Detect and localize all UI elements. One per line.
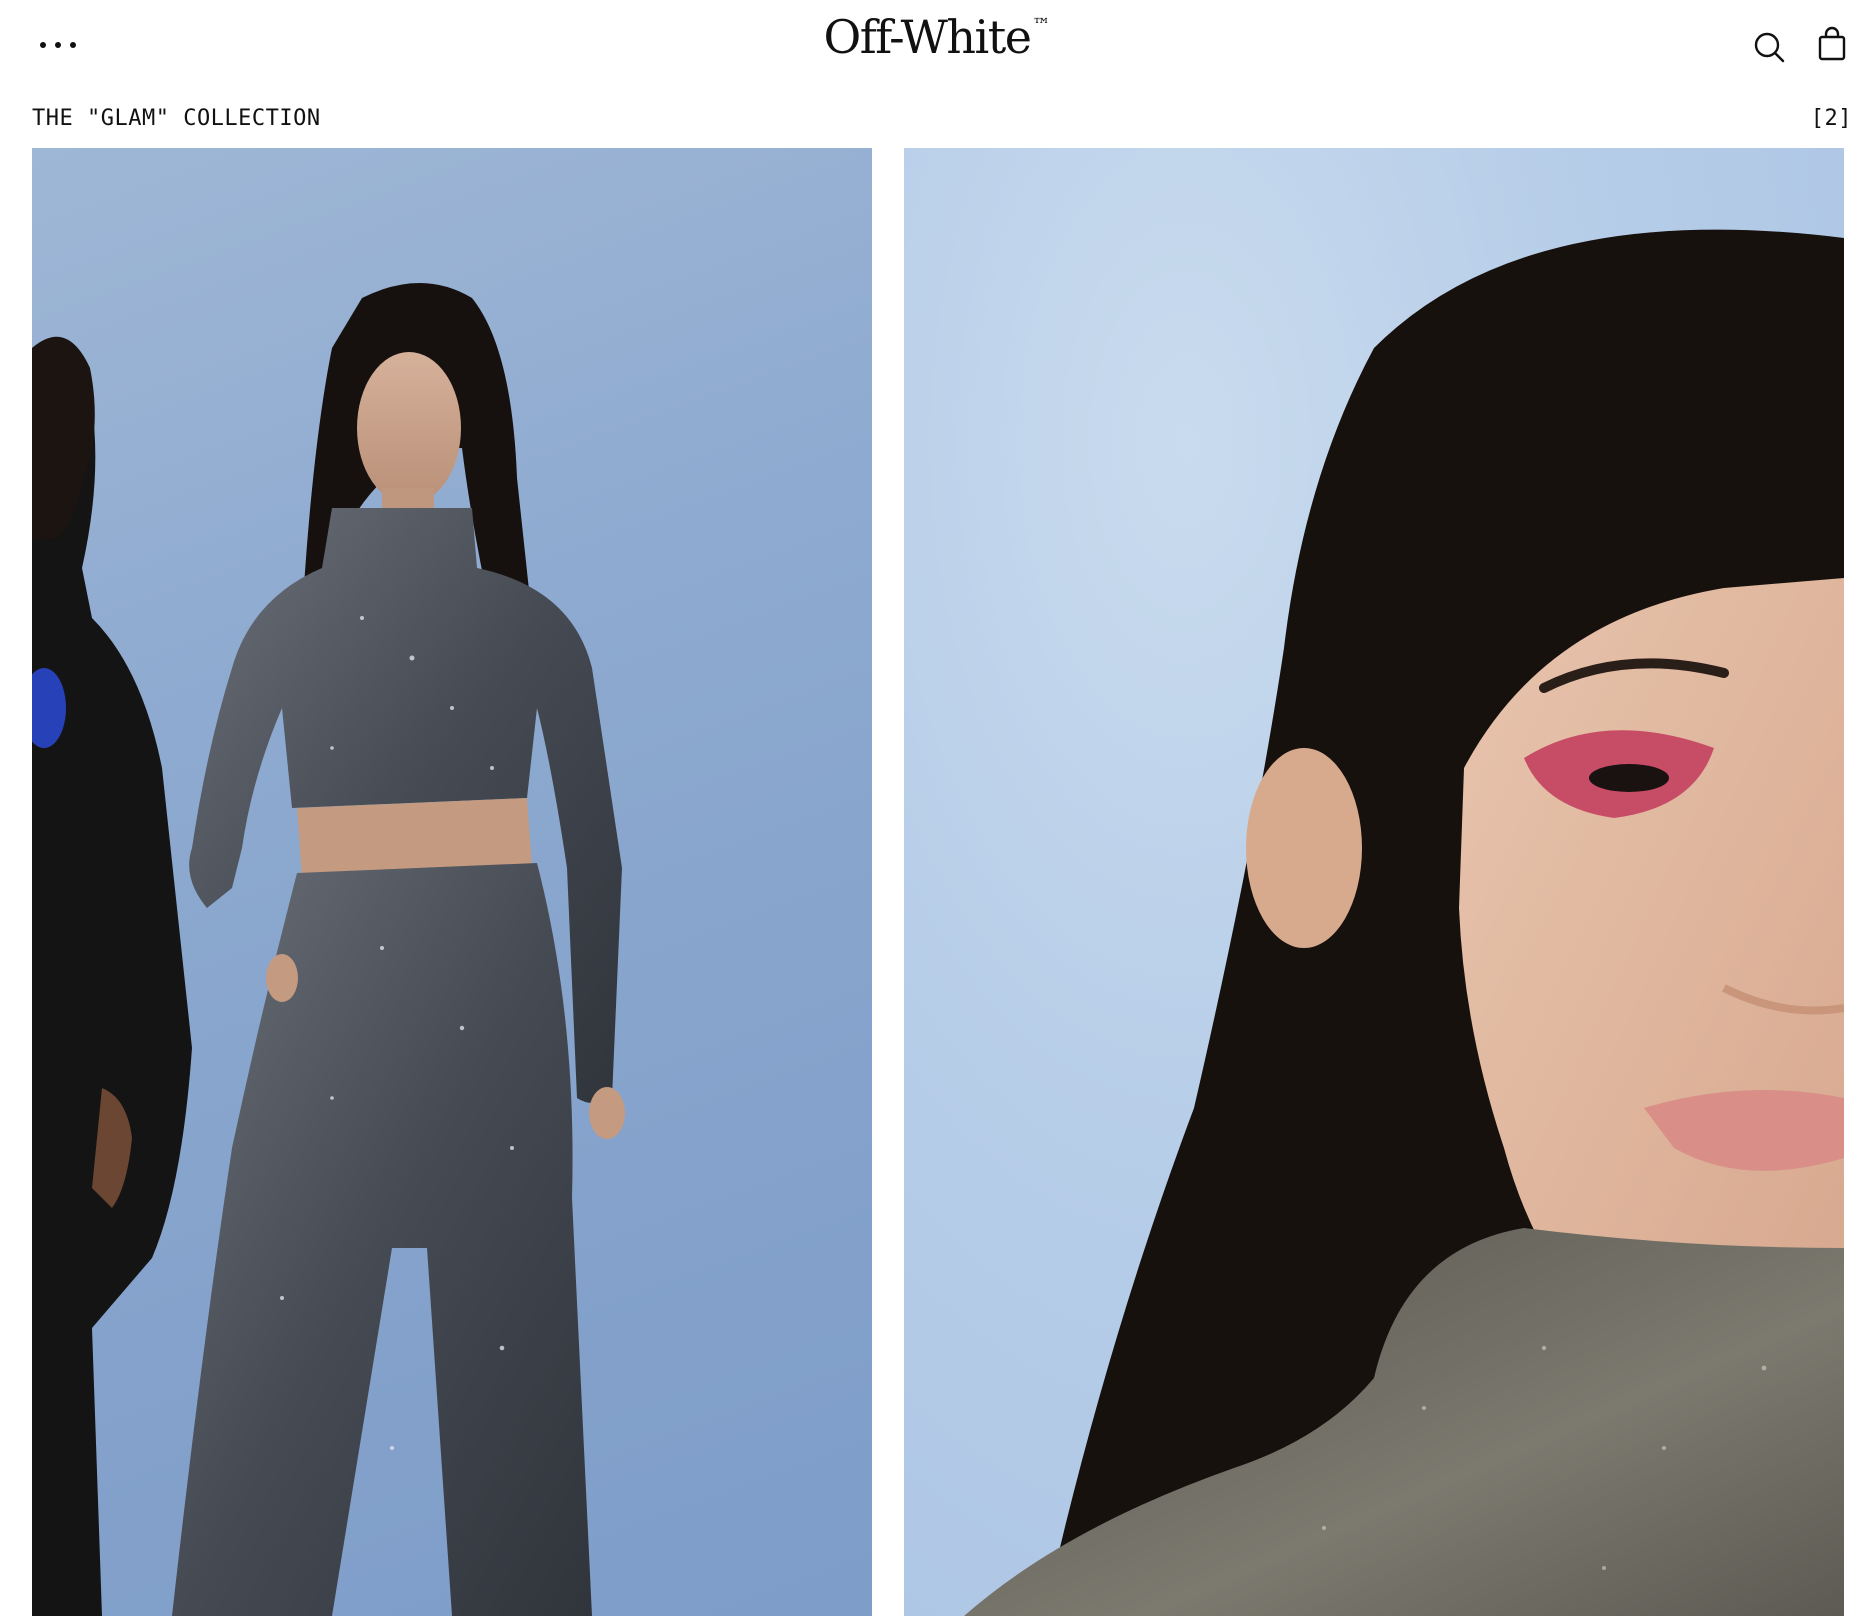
lookbook-photo-full-look — [32, 283, 625, 1616]
collection-bar: THE "GLAM" COLLECTION [2] — [32, 100, 1852, 136]
lookbook-image-closeup[interactable] — [904, 148, 1844, 1616]
site-header: Off-White ™ — [0, 0, 1874, 96]
page: Off-White ™ THE "GLAM" COLLECTION [2] — [0, 0, 1874, 1616]
logo-text: Off-White — [823, 10, 1032, 64]
lookbook-image-full-look[interactable] — [32, 148, 872, 1616]
lookbook-photo-closeup — [964, 229, 1844, 1616]
shopping-bag-icon — [1818, 26, 1846, 61]
collection-title: THE "GLAM" COLLECTION — [32, 105, 321, 131]
collection-count: [2] — [1810, 105, 1852, 131]
search-button[interactable] — [1750, 28, 1790, 68]
brand-logo[interactable]: Off-White ™ — [0, 14, 1874, 60]
search-icon — [1754, 32, 1785, 63]
logo-trademark: ™ — [1032, 15, 1051, 36]
bag-button[interactable] — [1812, 24, 1852, 64]
